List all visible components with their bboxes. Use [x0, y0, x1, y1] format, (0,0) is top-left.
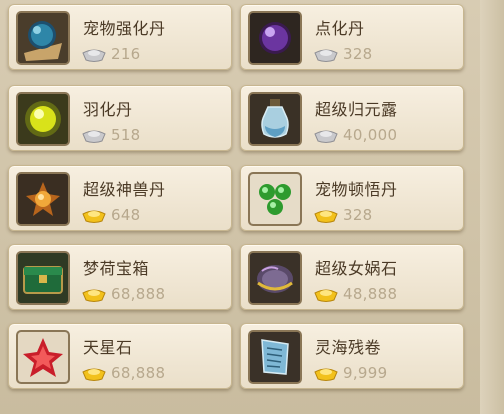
scroll-track[interactable]: [480, 0, 504, 414]
shop-item-card[interactable]: 超级归元露 40,000: [240, 85, 464, 151]
item-name: 超级神兽丹: [83, 180, 166, 199]
item-name: 宠物强化丹: [83, 19, 166, 38]
item-name: 梦荷宝箱: [83, 259, 150, 278]
shop-item-card[interactable]: 宠物强化丹 216: [8, 4, 232, 70]
item-price: 40,000: [343, 126, 398, 144]
gold-ingot-icon: [81, 364, 107, 382]
purple-orb-icon: [248, 11, 302, 65]
shop-item-card[interactable]: 灵海残卷 9,999: [240, 323, 464, 389]
shop-item-card[interactable]: 超级神兽丹 648: [8, 165, 232, 231]
price-row: 68,888: [81, 284, 165, 304]
item-name: 超级女娲石: [315, 259, 398, 278]
item-name: 灵海残卷: [315, 338, 382, 357]
item-price: 68,888: [111, 285, 166, 303]
jade-chest-icon: [16, 251, 70, 305]
item-price: 216: [111, 45, 141, 63]
shop-panel: 宠物强化丹 216 点化丹 328 羽化丹 518 超级归元露 40,000 超…: [0, 0, 504, 414]
scroll-fragment-icon: [248, 330, 302, 384]
silver-ingot-icon: [81, 45, 107, 63]
item-price: 48,888: [343, 285, 398, 303]
gold-ingot-icon: [81, 285, 107, 303]
shop-item-card[interactable]: 羽化丹 518: [8, 85, 232, 151]
shop-item-card[interactable]: 天星石 68,888: [8, 323, 232, 389]
potion-bottle-icon: [248, 92, 302, 146]
star-crystal-icon: [16, 330, 70, 384]
price-row: 216: [81, 44, 141, 64]
item-price: 68,888: [111, 364, 166, 382]
silver-ingot-icon: [313, 126, 339, 144]
shop-item-card[interactable]: 超级女娲石 48,888: [240, 244, 464, 310]
gold-ingot-icon: [313, 364, 339, 382]
item-name: 羽化丹: [83, 100, 133, 119]
price-row: 9,999: [313, 363, 387, 383]
shop-item-card[interactable]: 宠物顿悟丹 328: [240, 165, 464, 231]
gold-ingot-icon: [313, 206, 339, 224]
nuwa-stone-icon: [248, 251, 302, 305]
gold-ingot-icon: [313, 285, 339, 303]
item-name: 宠物顿悟丹: [315, 180, 398, 199]
blue-orb-icon: [16, 11, 70, 65]
price-row: 518: [81, 125, 141, 145]
shop-item-card[interactable]: 点化丹 328: [240, 4, 464, 70]
silver-ingot-icon: [313, 45, 339, 63]
item-price: 9,999: [343, 364, 388, 382]
silver-ingot-icon: [81, 126, 107, 144]
green-pills-icon: [248, 172, 302, 226]
price-row: 328: [313, 44, 373, 64]
price-row: 328: [313, 205, 373, 225]
item-name: 超级归元露: [315, 100, 398, 119]
item-name: 点化丹: [315, 19, 365, 38]
beast-pill-icon: [16, 172, 70, 226]
gold-ingot-icon: [81, 206, 107, 224]
item-price: 518: [111, 126, 141, 144]
shop-item-card[interactable]: 梦荷宝箱 68,888: [8, 244, 232, 310]
price-row: 40,000: [313, 125, 397, 145]
price-row: 48,888: [313, 284, 397, 304]
price-row: 648: [81, 205, 141, 225]
item-price: 648: [111, 206, 141, 224]
price-row: 68,888: [81, 363, 165, 383]
item-price: 328: [343, 45, 373, 63]
yellow-orb-icon: [16, 92, 70, 146]
item-price: 328: [343, 206, 373, 224]
item-name: 天星石: [83, 338, 133, 357]
